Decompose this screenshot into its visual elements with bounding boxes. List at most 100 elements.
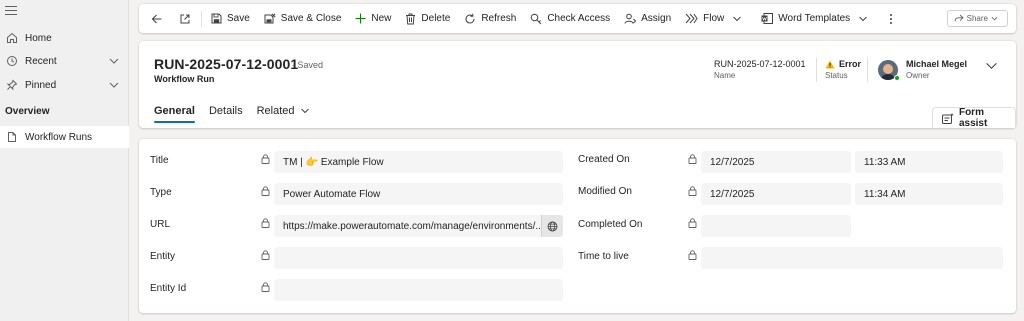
lock-icon xyxy=(261,186,270,199)
url-field[interactable]: https://make.powerautomate.com/manage/en… xyxy=(274,215,563,237)
field-label-title: Title xyxy=(150,155,169,166)
presence-available-icon xyxy=(894,75,900,81)
tab-related[interactable]: Related xyxy=(257,99,310,123)
refresh-icon xyxy=(465,13,475,24)
globe-icon xyxy=(547,221,558,231)
nav-item-home[interactable]: Home xyxy=(0,27,129,49)
entity-name: Workflow Run xyxy=(154,74,215,84)
chevron-down-icon[interactable] xyxy=(108,55,120,67)
chevron-down-icon xyxy=(733,16,742,21)
nav-item-label: Recent xyxy=(25,55,57,67)
nav-item-workflow-runs[interactable]: Workflow Runs xyxy=(0,126,129,148)
entity-id-field[interactable] xyxy=(274,279,563,301)
lock-icon xyxy=(261,154,270,167)
pin-icon xyxy=(5,78,19,92)
general-section: Title TM | 👉 Example Flow Type Power Aut… xyxy=(139,139,1016,313)
toolbar-divider xyxy=(201,10,202,27)
more-commands-button[interactable] xyxy=(880,4,902,33)
created-on-time-field[interactable]: 11:33 AM xyxy=(855,151,1003,173)
key-search-icon xyxy=(531,13,542,24)
created-on-date-field[interactable]: 12/7/2025 xyxy=(701,151,851,173)
field-label-entity: Entity xyxy=(150,251,176,262)
back-arrow-icon xyxy=(151,14,162,23)
back-button[interactable] xyxy=(139,4,171,33)
header-divider xyxy=(816,58,817,82)
save-icon xyxy=(211,13,222,24)
lock-icon xyxy=(688,218,697,231)
modified-on-time-field[interactable]: 11:34 AM xyxy=(855,183,1003,205)
hamburger-menu-icon[interactable] xyxy=(5,6,17,15)
home-icon xyxy=(5,31,19,45)
delete-button[interactable]: Delete xyxy=(398,4,457,33)
header-field-name: RUN-2025-07-12-0001 Name xyxy=(714,59,806,80)
flow-menu-button[interactable]: Flow xyxy=(678,4,754,33)
field-label-created-on: Created On xyxy=(578,154,630,165)
save-button[interactable]: Save xyxy=(204,4,257,33)
type-field[interactable]: Power Automate Flow xyxy=(274,183,563,205)
owner-link[interactable]: Michael Megel xyxy=(906,59,967,69)
refresh-button[interactable]: Refresh xyxy=(457,4,523,33)
open-new-window-icon xyxy=(180,14,190,23)
person-assign-icon xyxy=(624,13,637,24)
lock-icon xyxy=(261,218,270,231)
record-title: RUN-2025-07-12-0001 xyxy=(154,56,299,72)
time-to-live-field[interactable] xyxy=(701,247,1003,269)
field-label-url: URL xyxy=(150,219,171,230)
chevron-down-icon xyxy=(859,16,868,21)
assign-button[interactable]: Assign xyxy=(617,4,678,33)
expand-header-button[interactable] xyxy=(985,59,998,75)
header-field-owner: Michael Megel Owner xyxy=(906,59,968,80)
more-vertical-icon xyxy=(890,13,893,24)
nav-item-label: Pinned xyxy=(25,79,57,91)
share-icon xyxy=(954,14,964,22)
open-url-button[interactable] xyxy=(541,215,563,237)
modified-on-date-field[interactable]: 12/7/2025 xyxy=(701,183,851,205)
lock-icon xyxy=(261,282,270,295)
form-assist-button[interactable]: Form assist xyxy=(932,107,1016,129)
field-label-completed-on: Completed On xyxy=(578,219,643,230)
entity-field[interactable] xyxy=(274,247,563,269)
tab-details[interactable]: Details xyxy=(209,99,243,123)
chevron-down-icon xyxy=(991,16,998,21)
trash-icon xyxy=(406,13,416,24)
nav-item-pinned[interactable]: Pinned xyxy=(0,74,129,96)
nav-item-recent[interactable]: Recent xyxy=(0,50,129,72)
document-icon xyxy=(5,130,19,144)
lock-icon xyxy=(688,154,697,167)
save-close-icon xyxy=(264,12,276,23)
lock-icon xyxy=(688,250,697,263)
field-label-entity-id: Entity Id xyxy=(150,283,187,294)
form-assist-icon xyxy=(942,112,954,124)
left-navigation: Home Recent Pinned Overview Workflow Run… xyxy=(0,0,129,321)
title-field[interactable]: TM | 👉 Example Flow xyxy=(274,151,563,173)
command-bar: Save Save & Close New Delete Refresh Che… xyxy=(139,4,1016,33)
completed-on-date-field[interactable] xyxy=(701,215,851,237)
share-button[interactable]: Share xyxy=(946,10,1008,27)
field-label-modified-on: Modified On xyxy=(578,186,632,197)
chevron-down-icon[interactable] xyxy=(108,79,120,91)
header-field-status: Error Status xyxy=(825,59,862,80)
save-and-close-button[interactable]: Save & Close xyxy=(257,4,349,33)
check-access-button[interactable]: Check Access xyxy=(523,4,617,33)
plus-icon xyxy=(355,13,366,24)
tab-general[interactable]: General xyxy=(154,99,195,123)
lock-icon xyxy=(261,250,270,263)
record-header: RUN-2025-07-12-0001 - Saved Workflow Run… xyxy=(139,41,1016,129)
field-label-time-to-live: Time to live xyxy=(578,251,629,262)
lock-icon xyxy=(688,186,697,199)
header-divider xyxy=(867,58,868,82)
chevron-down-icon xyxy=(986,62,997,69)
word-icon xyxy=(761,13,774,24)
nav-item-label: Home xyxy=(25,32,52,44)
url-value: https://make.powerautomate.com/manage/en… xyxy=(283,220,544,232)
chevron-down-icon xyxy=(300,108,309,114)
clock-icon xyxy=(5,54,19,68)
new-button[interactable]: New xyxy=(348,4,398,33)
field-label-type: Type xyxy=(150,187,172,198)
nav-section-title: Overview xyxy=(5,106,50,117)
save-status: - Saved xyxy=(292,60,324,70)
word-templates-menu-button[interactable]: Word Templates xyxy=(754,4,880,33)
nav-item-label: Workflow Runs xyxy=(25,131,93,143)
flow-icon xyxy=(685,13,698,24)
open-in-new-window-button[interactable] xyxy=(171,4,199,33)
